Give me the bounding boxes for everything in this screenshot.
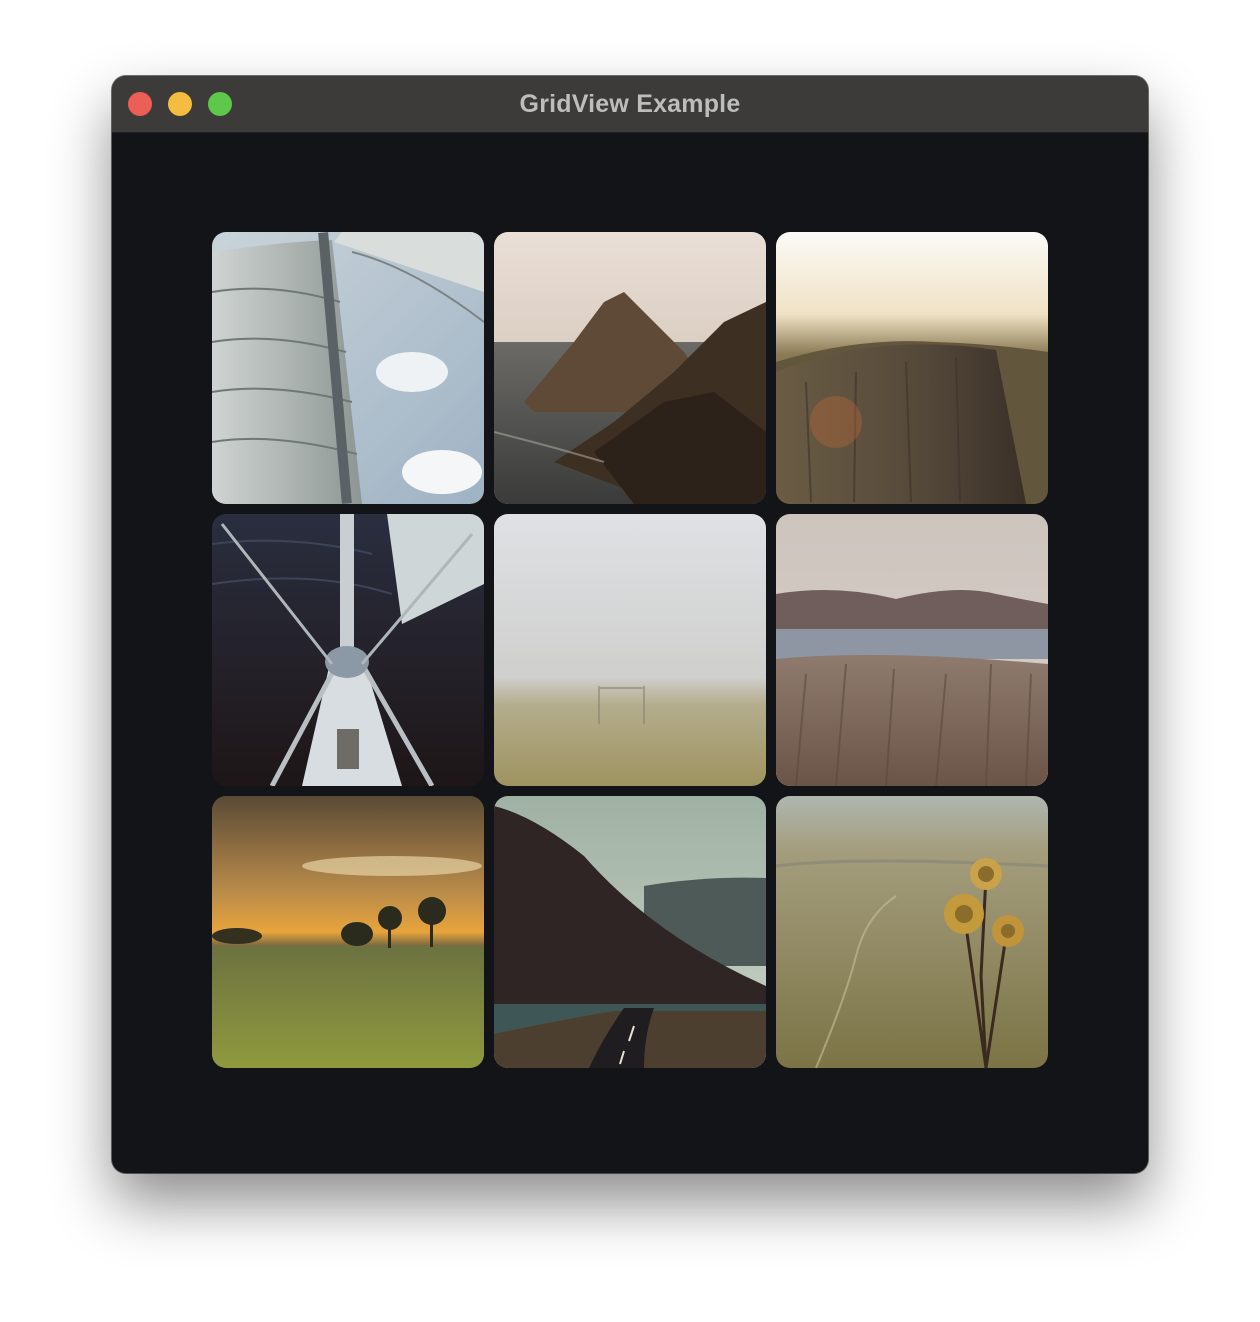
window-title: GridView Example [519, 90, 741, 118]
photo-tile-thistle-valley[interactable] [776, 796, 1048, 1068]
photo-grid [212, 232, 1048, 1068]
title-bar[interactable]: GridView Example [112, 76, 1148, 133]
app-window: GridView Example [112, 76, 1148, 1173]
photo-tile-lake-hills[interactable] [776, 514, 1048, 786]
sunset-meadow-photo [212, 796, 484, 1068]
photo-tile-boat-bow[interactable] [212, 514, 484, 786]
coastal-cliff-photo [494, 232, 766, 504]
thistle-valley-photo [776, 796, 1048, 1068]
sail-photo [212, 232, 484, 504]
photo-tile-foggy-field[interactable] [494, 514, 766, 786]
window-content [112, 133, 1148, 1173]
lake-hills-photo [776, 514, 1048, 786]
mountain-road-photo [494, 796, 766, 1068]
tree-stump-photo [776, 232, 1048, 504]
photo-tile-coastal-cliff[interactable] [494, 232, 766, 504]
photo-tile-sail[interactable] [212, 232, 484, 504]
boat-bow-photo [212, 514, 484, 786]
photo-tile-mountain-road[interactable] [494, 796, 766, 1068]
foggy-field-photo [494, 514, 766, 786]
photo-tile-sunset-meadow[interactable] [212, 796, 484, 1068]
photo-tile-tree-stump[interactable] [776, 232, 1048, 504]
